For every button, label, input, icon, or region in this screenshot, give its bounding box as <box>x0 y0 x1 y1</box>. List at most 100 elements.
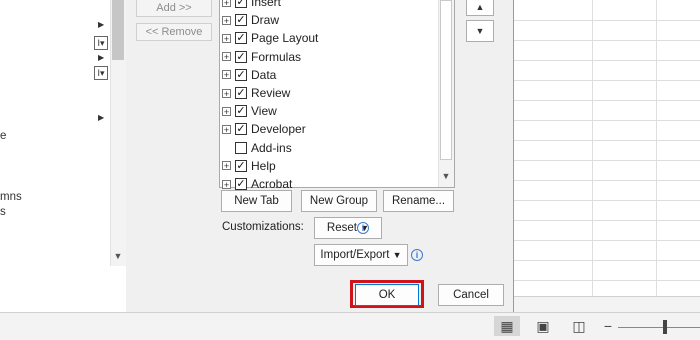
expand-icon[interactable]: + <box>222 70 231 80</box>
tree-item-label: Add-ins <box>251 140 292 155</box>
grid-icon: ▦ <box>500 318 514 334</box>
grid-line <box>514 100 700 101</box>
expand-icon[interactable]: + <box>222 106 231 116</box>
tab-checkbox[interactable]: ✓ <box>235 0 247 8</box>
tree-item[interactable]: + ✓ View <box>222 102 277 120</box>
submenu-arrow-icon: ▶ <box>98 20 105 29</box>
tab-checkbox[interactable]: ✓ <box>235 123 247 136</box>
tree-item[interactable]: + ✓ Review <box>222 84 290 102</box>
grid-line <box>514 220 700 221</box>
tab-checkbox[interactable]: ✓ <box>235 178 247 190</box>
grid-line <box>514 180 700 181</box>
grid-line <box>514 160 700 161</box>
expand-icon[interactable]: + <box>222 88 231 98</box>
grid-line <box>514 40 700 41</box>
triangle-down-icon: ▼ <box>475 26 485 36</box>
grid-line <box>514 260 700 261</box>
grid-line <box>592 0 593 296</box>
tree-item-label: Formulas <box>251 49 302 64</box>
normal-view-button[interactable]: ▦ <box>494 316 520 336</box>
tree-item-label: Page Layout <box>251 31 319 46</box>
tab-checkbox[interactable]: ✓ <box>235 159 247 172</box>
tab-checkbox[interactable]: ✓ <box>235 32 247 45</box>
move-down-button[interactable]: ▼ <box>466 20 494 42</box>
expand-icon[interactable]: + <box>222 161 231 171</box>
import-export-button[interactable]: Import/Export ▼ <box>314 244 408 266</box>
tree-scrollbar-thumb[interactable] <box>440 0 452 160</box>
scroll-down-icon[interactable]: ▼ <box>439 168 453 184</box>
reset-label: Reset <box>326 222 357 234</box>
tab-checkbox[interactable]: ✓ <box>235 105 247 118</box>
grid-line <box>514 140 700 141</box>
tree-item-label: Developer <box>251 122 306 137</box>
left-list-item[interactable]: s <box>0 206 6 218</box>
page-break-view-button[interactable]: ◫ <box>566 316 592 336</box>
zoom-out-icon[interactable]: − <box>602 316 614 336</box>
ok-button[interactable]: OK <box>355 284 419 306</box>
tree-item[interactable]: + ✓ Data <box>222 66 276 84</box>
info-icon[interactable]: i <box>357 222 369 234</box>
tree-item-label: View <box>251 104 277 119</box>
expand-icon[interactable]: + <box>222 124 231 134</box>
left-list-item[interactable]: mns <box>0 191 22 203</box>
expand-icon[interactable]: + <box>222 15 231 25</box>
tree-item[interactable]: + ✓ Insert <box>222 0 281 11</box>
tab-checkbox[interactable] <box>235 141 247 154</box>
submenu-arrow-icon: ▶ <box>98 113 105 122</box>
customizations-label: Customizations: <box>222 221 304 233</box>
left-scrollbar-thumb[interactable] <box>112 0 124 60</box>
expand-icon[interactable]: + <box>222 52 231 62</box>
rename-button[interactable]: Rename... <box>383 190 454 212</box>
tab-checkbox[interactable]: ✓ <box>235 14 247 27</box>
page-icon: ▣ <box>536 318 550 334</box>
tree-item[interactable]: + ✓ Help <box>222 157 276 175</box>
remove-button[interactable]: << Remove <box>136 23 212 41</box>
submenu-arrow-icon: ▶ <box>98 53 105 62</box>
scroll-down-icon[interactable]: ▼ <box>111 248 125 264</box>
tree-item-label: Data <box>251 67 277 82</box>
tab-checkbox[interactable]: ✓ <box>235 87 247 99</box>
grid-line <box>514 200 700 201</box>
tree-item-label: Acrobat <box>251 177 293 191</box>
expand-icon[interactable]: + <box>222 0 231 7</box>
dropdown-mini-icon[interactable]: I▾ <box>94 36 108 50</box>
new-group-button[interactable]: New Group <box>301 190 377 212</box>
zoom-slider-thumb[interactable] <box>663 320 667 334</box>
tree-item-label: Help <box>251 158 276 173</box>
dropdown-mini-icon[interactable]: I▾ <box>94 66 108 80</box>
page-break-icon: ◫ <box>572 318 586 334</box>
grid-line <box>514 20 700 21</box>
tree-item[interactable]: + ✓ Draw <box>222 11 279 29</box>
triangle-up-icon: ▲ <box>475 2 485 12</box>
page-layout-view-button[interactable]: ▣ <box>530 316 556 336</box>
tab-checkbox[interactable]: ✓ <box>235 68 247 81</box>
new-tab-button[interactable]: New Tab <box>221 190 292 212</box>
tree-item[interactable]: + ✓ Developer <box>222 120 306 138</box>
add-button[interactable]: Add >> <box>136 0 212 17</box>
chevron-down-icon: ▼ <box>392 250 402 260</box>
horizontal-scrollbar[interactable] <box>514 296 700 312</box>
status-bar <box>0 312 700 340</box>
cancel-button[interactable]: Cancel <box>438 284 504 306</box>
grid-line <box>514 60 700 61</box>
move-up-button[interactable]: ▲ <box>466 0 494 16</box>
grid-line <box>514 280 700 281</box>
tree-item[interactable]: + ✓ Page Layout <box>222 29 318 47</box>
reset-button[interactable]: Reset ▼ <box>314 217 382 239</box>
expand-icon[interactable]: + <box>222 179 231 189</box>
grid-line <box>656 0 657 296</box>
tree-item-label: Review <box>251 86 291 100</box>
import-export-label: Import/Export <box>320 249 390 261</box>
tree-item[interactable]: + ✓ Formulas <box>222 48 301 66</box>
expand-icon[interactable]: + <box>222 33 231 43</box>
grid-line <box>514 80 700 81</box>
grid-line <box>514 120 700 121</box>
grid-line <box>514 240 700 241</box>
worksheet-grid[interactable] <box>514 0 700 312</box>
tab-checkbox[interactable]: ✓ <box>235 50 247 63</box>
tree-item[interactable]: Add-ins <box>222 139 292 157</box>
zoom-slider-track[interactable] <box>618 327 700 328</box>
info-icon[interactable]: i <box>411 249 423 261</box>
tree-item-label: Insert <box>251 0 282 9</box>
left-list-item[interactable]: e <box>0 130 6 142</box>
